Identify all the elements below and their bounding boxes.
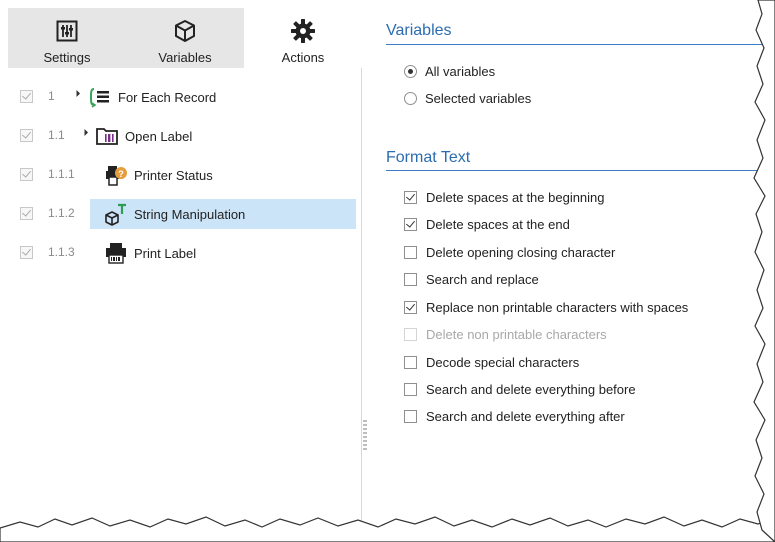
string-manipulation-icon — [104, 202, 128, 226]
tree-row[interactable]: 1.1.2 String Manipulation — [8, 195, 362, 233]
tab-settings[interactable]: Settings — [8, 8, 126, 68]
format-text-section-title: Format Text — [386, 149, 471, 166]
tree-row[interactable]: 1.1.1 ? Printer Status — [8, 156, 362, 194]
printer-icon — [104, 241, 128, 265]
section-divider — [386, 44, 767, 45]
action-enabled-checkbox[interactable] — [20, 90, 33, 103]
action-number: 1.1.3 — [48, 245, 75, 259]
splitter-handle[interactable] — [363, 420, 367, 450]
action-number: 1.1.2 — [48, 206, 75, 220]
sliders-icon — [54, 18, 80, 44]
expand-arrow-icon[interactable] — [80, 128, 89, 137]
radio-indicator[interactable] — [404, 64, 417, 78]
checkbox-box[interactable] — [404, 272, 417, 286]
tree-row[interactable]: 1.1 Open Label — [8, 117, 362, 155]
variables-section-title: Variables — [386, 22, 452, 39]
checkbox-box[interactable] — [404, 245, 417, 259]
tree-item[interactable]: String Manipulation — [90, 199, 356, 229]
tab-label: Variables — [158, 50, 212, 65]
tab-bar: Settings Variables Actions — [8, 8, 362, 68]
search-delete-after-checkbox[interactable]: Search and delete everything after — [404, 407, 625, 425]
radio-label: Selected variables — [425, 90, 532, 106]
checkbox-label: Delete opening closing character — [426, 244, 616, 260]
radio-selected-variables[interactable]: Selected variables — [404, 89, 531, 107]
tab-label: Actions — [281, 50, 325, 65]
action-enabled-checkbox[interactable] — [20, 168, 33, 181]
checkbox-box[interactable] — [404, 300, 417, 314]
decode-special-characters-checkbox[interactable]: Decode special characters — [404, 353, 579, 371]
search-delete-before-checkbox[interactable]: Search and delete everything before — [404, 380, 636, 398]
checkbox-label: Delete non printable characters — [426, 326, 607, 342]
tree-item[interactable]: Open Label — [95, 121, 192, 151]
action-number: 1.1 — [48, 128, 65, 142]
checkbox-label: Decode special characters — [426, 354, 580, 370]
gear-icon — [290, 18, 316, 44]
radio-label: All variables — [425, 63, 496, 79]
checkbox-box[interactable] — [404, 355, 417, 369]
tree-item-label: String Manipulation — [134, 206, 246, 222]
tree-item-label: Print Label — [134, 245, 197, 261]
checkbox-box[interactable] — [404, 190, 417, 204]
tree-item-label: For Each Record — [118, 89, 217, 105]
expand-arrow-icon[interactable] — [72, 89, 81, 98]
checkbox-label: Search and delete everything after — [426, 408, 625, 424]
tree-row[interactable]: 1.1.3 Print Label — [8, 234, 362, 272]
delete-spaces-end-checkbox[interactable]: Delete spaces at the end — [404, 215, 570, 233]
action-enabled-checkbox[interactable] — [20, 246, 33, 259]
checkbox-label: Search and delete everything before — [426, 381, 636, 397]
search-and-replace-checkbox[interactable]: Search and replace — [404, 270, 539, 288]
radio-indicator[interactable] — [404, 91, 417, 105]
delete-spaces-beginning-checkbox[interactable]: Delete spaces at the beginning — [404, 188, 605, 206]
checkbox-box — [404, 327, 417, 341]
delete-opening-closing-checkbox[interactable]: Delete opening closing character — [404, 243, 615, 261]
section-divider — [386, 170, 767, 171]
checkbox-box[interactable] — [404, 217, 417, 231]
tree-item[interactable]: Print Label — [104, 238, 196, 268]
tree-row[interactable]: 1 For Each Record — [8, 78, 362, 116]
checkbox-label: Replace non printable characters with sp… — [426, 299, 689, 315]
replace-non-printable-checkbox[interactable]: Replace non printable characters with sp… — [404, 298, 688, 316]
printer-status-icon: ? — [104, 163, 128, 187]
loop-list-icon — [88, 85, 112, 109]
actions-panel: Settings Variables Actions 1 For Each Re… — [8, 8, 362, 534]
open-label-icon — [95, 124, 119, 148]
tab-variables[interactable]: Variables — [126, 8, 244, 68]
tree-item-label: Printer Status — [134, 167, 213, 183]
tree-item-label: Open Label — [125, 128, 193, 144]
delete-non-printable-checkbox: Delete non printable characters — [404, 325, 607, 343]
checkbox-label: Delete spaces at the end — [426, 216, 570, 232]
tree-item[interactable]: ? Printer Status — [104, 160, 213, 190]
cube-icon — [172, 18, 198, 44]
radio-all-variables[interactable]: All variables — [404, 62, 495, 80]
tab-actions[interactable]: Actions — [244, 8, 362, 68]
svg-text:?: ? — [118, 169, 124, 179]
checkbox-box[interactable] — [404, 409, 417, 423]
action-number: 1 — [48, 89, 55, 103]
tab-label: Settings — [43, 50, 91, 65]
action-enabled-checkbox[interactable] — [20, 207, 33, 220]
properties-panel: Variables All variables Selected variabl… — [372, 8, 767, 534]
checkbox-box[interactable] — [404, 382, 417, 396]
tree-item[interactable]: For Each Record — [88, 82, 216, 112]
checkbox-label: Delete spaces at the beginning — [426, 189, 605, 205]
action-number: 1.1.1 — [48, 167, 75, 181]
checkbox-label: Search and replace — [426, 271, 539, 287]
action-enabled-checkbox[interactable] — [20, 129, 33, 142]
